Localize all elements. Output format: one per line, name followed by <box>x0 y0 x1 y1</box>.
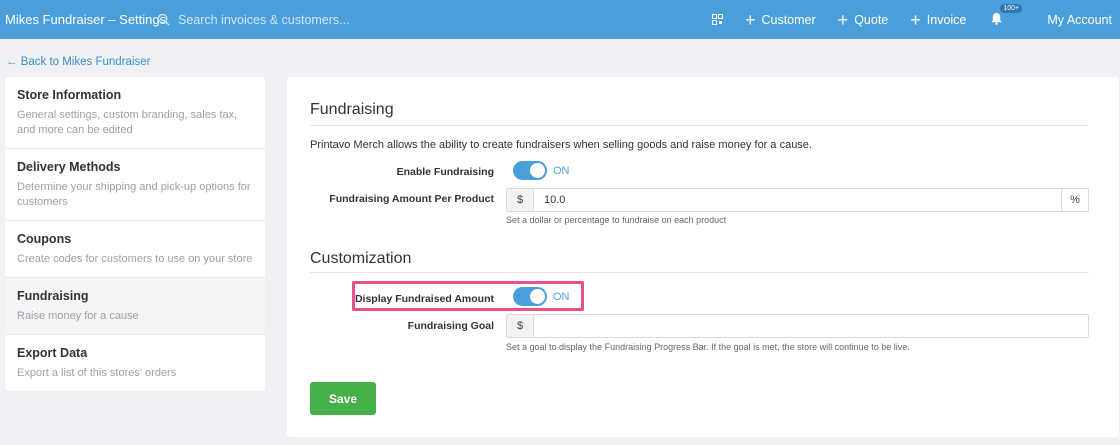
new-quote-button[interactable]: + Quote <box>838 11 889 29</box>
display-fundraised-label: Display Fundraised Amount <box>354 293 494 305</box>
sidebar-item-export-data[interactable]: Export Data Export a list of this stores… <box>5 335 265 391</box>
top-nav: + Customer + Quote + Invoice 100+ My Acc… <box>711 0 1120 39</box>
search-bar[interactable]: Search invoices & customers... <box>157 13 350 27</box>
fundraising-amount-input[interactable]: 10.0 <box>534 189 1061 211</box>
fundraising-amount-label: Fundraising Amount Per Product <box>329 193 494 205</box>
bell-icon <box>991 12 1002 25</box>
search-icon <box>157 13 170 26</box>
sidebar-item-title: Fundraising <box>17 289 89 303</box>
new-invoice-button[interactable]: + Invoice <box>910 11 966 29</box>
search-input[interactable]: Search invoices & customers... <box>178 13 350 27</box>
divider <box>310 272 1089 273</box>
fundraising-heading: Fundraising <box>310 101 394 118</box>
sidebar-item-desc: Create codes for customers to use on you… <box>17 253 253 265</box>
fundraising-goal-field[interactable]: $ <box>506 314 1089 338</box>
new-invoice-label: Invoice <box>926 12 967 27</box>
notifications-button[interactable]: 100+ <box>990 3 1023 28</box>
sidebar-item-desc: Raise money for a cause <box>17 310 139 322</box>
sidebar-item-coupons[interactable]: Coupons Create codes for customers to us… <box>5 221 265 278</box>
sidebar-item-desc: Determine your shipping and pick-up opti… <box>17 181 251 208</box>
fundraising-goal-label: Fundraising Goal <box>407 320 494 332</box>
enable-fundraising-label: Enable Fundraising <box>396 166 494 178</box>
save-button[interactable]: Save <box>310 382 376 415</box>
dollar-addon: $ <box>507 315 534 337</box>
sidebar-item-fundraising[interactable]: Fundraising Raise money for a cause <box>5 278 265 335</box>
qr-code-icon[interactable] <box>711 14 723 25</box>
top-bar: Mikes Fundraiser – Settings Search invoi… <box>0 0 1120 39</box>
sidebar-item-desc: General settings, custom branding, sales… <box>17 109 238 136</box>
plus-icon: + <box>837 9 849 30</box>
fundraising-intro: Printavo Merch allows the ability to cre… <box>310 139 812 151</box>
sidebar-item-title: Delivery Methods <box>17 160 121 174</box>
new-quote-label: Quote <box>854 12 889 27</box>
sidebar-item-delivery-methods[interactable]: Delivery Methods Determine your shipping… <box>5 149 265 221</box>
enable-fundraising-toggle[interactable] <box>513 161 547 180</box>
enable-fundraising-state: ON <box>553 165 570 177</box>
fundraising-goal-input[interactable] <box>534 315 1088 337</box>
page-title: Mikes Fundraiser – Settings <box>5 12 167 27</box>
new-customer-label: Customer <box>761 12 816 27</box>
back-link[interactable]: ← Back to Mikes Fundraiser <box>6 56 150 68</box>
settings-panel: Fundraising Printavo Merch allows the ab… <box>287 77 1119 437</box>
my-account-link[interactable]: My Account <box>1047 13 1112 27</box>
sidebar-item-title: Store Information <box>17 88 122 102</box>
sidebar-item-title: Export Data <box>17 346 88 360</box>
customization-heading: Customization <box>310 250 412 267</box>
plus-icon: + <box>744 9 756 30</box>
display-fundraised-toggle[interactable] <box>513 287 547 306</box>
sidebar-item-store-information[interactable]: Store Information General settings, cust… <box>5 77 265 149</box>
fundraising-amount-field[interactable]: $ 10.0 % <box>506 188 1089 212</box>
fundraising-goal-help: Set a goal to display the Fundraising Pr… <box>506 342 910 352</box>
sidebar-item-title: Coupons <box>17 232 72 246</box>
settings-sidebar: Store Information General settings, cust… <box>5 77 265 391</box>
divider <box>310 125 1089 126</box>
fundraising-amount-help: Set a dollar or percentage to fundraise … <box>506 215 727 225</box>
sidebar-item-desc: Export a list of this stores' orders <box>17 367 177 379</box>
new-customer-button[interactable]: + Customer <box>745 11 816 29</box>
notification-badge: 100+ <box>1000 3 1023 13</box>
percent-addon[interactable]: % <box>1061 189 1088 211</box>
display-fundraised-state: ON <box>553 291 570 303</box>
plus-icon: + <box>910 9 921 30</box>
dollar-addon: $ <box>507 189 534 211</box>
